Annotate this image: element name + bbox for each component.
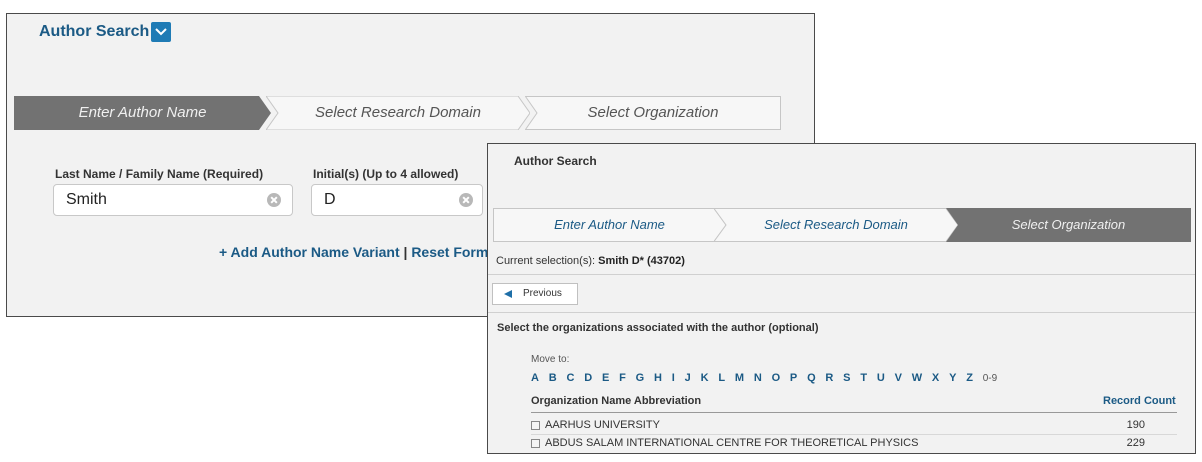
step-enter-author-name[interactable]: Enter Author Name	[14, 96, 271, 130]
reset-form-link[interactable]: Reset Form	[411, 244, 488, 260]
step-select-organization[interactable]: Select Organization	[946, 208, 1191, 242]
letter-link-e[interactable]: E	[602, 372, 609, 384]
divider	[488, 274, 1195, 275]
column-header-record-count[interactable]: Record Count	[1103, 395, 1176, 407]
step-progress-bar: Enter Author Name Select Research Domain…	[493, 208, 1191, 242]
letter-link-n[interactable]: N	[754, 372, 762, 384]
letter-link-w[interactable]: W	[912, 372, 922, 384]
letter-link-z[interactable]: Z	[966, 372, 973, 384]
letter-link-q[interactable]: Q	[807, 372, 816, 384]
letter-link-u[interactable]: U	[877, 372, 885, 384]
letter-link-x[interactable]: X	[932, 372, 939, 384]
numbers-link[interactable]: 0-9	[983, 373, 997, 384]
letter-link-o[interactable]: O	[772, 372, 781, 384]
last-name-input[interactable]	[66, 185, 236, 215]
letter-link-l[interactable]: L	[718, 372, 725, 384]
letter-link-k[interactable]: K	[701, 372, 709, 384]
letter-link-v[interactable]: V	[895, 372, 902, 384]
letter-link-b[interactable]: B	[549, 372, 557, 384]
chevron-down-icon	[155, 28, 167, 36]
table-row: ABDUS SALAM INTERNATIONAL CENTRE FOR THE…	[531, 437, 1177, 453]
collapse-toggle-button[interactable]	[151, 22, 171, 42]
initials-field[interactable]	[311, 184, 483, 216]
panel-title: Author Search	[39, 23, 150, 40]
initials-label: Initial(s) (Up to 4 allowed)	[313, 167, 459, 181]
clear-icon[interactable]	[459, 193, 473, 207]
current-selection-value: Smith D* (43702)	[598, 255, 685, 267]
divider	[488, 312, 1195, 313]
step-enter-author-name[interactable]: Enter Author Name	[493, 208, 726, 242]
letter-link-d[interactable]: D	[584, 372, 592, 384]
last-name-label: Last Name / Family Name (Required)	[55, 167, 264, 181]
alphabet-jump-links: A B C D E F G H I J K L M N O P Q R S T U V W X Y Z 0-9	[531, 372, 997, 384]
row-divider	[531, 434, 1177, 435]
letter-link-m[interactable]: M	[735, 372, 744, 384]
move-to-label: Move to:	[531, 354, 570, 365]
clear-icon[interactable]	[267, 193, 281, 207]
letter-link-s[interactable]: S	[843, 372, 850, 384]
org-checkbox[interactable]	[531, 421, 540, 430]
letter-link-j[interactable]: J	[685, 372, 691, 384]
panel-title: Author Search	[514, 154, 597, 168]
organizations-heading: Select the organizations associated with…	[497, 322, 819, 334]
table-header-divider	[531, 412, 1177, 413]
org-checkbox[interactable]	[531, 439, 540, 448]
letter-link-a[interactable]: A	[531, 372, 539, 384]
column-header-organization[interactable]: Organization Name Abbreviation	[531, 395, 701, 407]
author-search-panel-step3: Author Search Enter Author Name Select R…	[487, 143, 1196, 454]
form-links: + Add Author Name Variant | Reset Form	[219, 244, 488, 260]
step-select-research-domain[interactable]: Select Research Domain	[714, 208, 958, 242]
letter-link-h[interactable]: H	[654, 372, 662, 384]
letter-link-i[interactable]: I	[672, 372, 675, 384]
initials-input[interactable]	[324, 185, 444, 215]
letter-link-t[interactable]: T	[860, 372, 867, 384]
letter-link-f[interactable]: F	[619, 372, 626, 384]
letter-link-p[interactable]: P	[790, 372, 797, 384]
record-count: 229	[1126, 437, 1145, 449]
org-name: AARHUS UNIVERSITY	[545, 419, 660, 431]
step-progress-bar: Enter Author Name Select Research Domain…	[14, 96, 781, 130]
step-select-research-domain[interactable]: Select Research Domain	[266, 96, 530, 130]
previous-button[interactable]: Previous	[492, 283, 578, 305]
record-count: 190	[1126, 419, 1145, 431]
org-name: ABDUS SALAM INTERNATIONAL CENTRE FOR THE…	[545, 437, 919, 449]
letter-link-g[interactable]: G	[636, 372, 645, 384]
table-row: AARHUS UNIVERSITY 190	[531, 419, 1177, 435]
letter-link-r[interactable]: R	[825, 372, 833, 384]
arrow-left-icon	[504, 290, 512, 298]
link-separator: |	[403, 244, 408, 260]
letter-link-c[interactable]: C	[567, 372, 575, 384]
add-author-name-variant-link[interactable]: + Add Author Name Variant	[219, 244, 400, 260]
current-selection: Current selection(s): Smith D* (43702)	[496, 255, 685, 267]
step-select-organization[interactable]: Select Organization	[525, 96, 781, 130]
last-name-field[interactable]	[53, 184, 293, 216]
letter-link-y[interactable]: Y	[949, 372, 956, 384]
